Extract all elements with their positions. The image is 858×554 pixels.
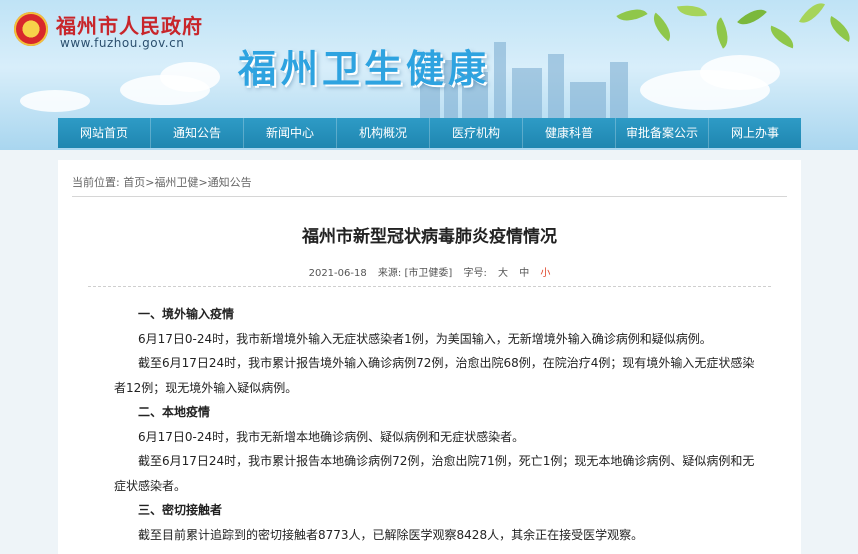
nav-item-approval-publicity[interactable]: 审批备案公示 — [616, 118, 709, 148]
article-paragraph: 截至6月17日24时，我市累计报告本地确诊病例72例，治愈出院71例，死亡1例；… — [114, 454, 755, 493]
divider — [72, 196, 787, 197]
content-panel: 当前位置: 首页>福州卫健>通知公告 福州市新型冠状病毒肺炎疫情情况 2021-… — [58, 160, 801, 554]
article-paragraph: 6月17日0-24时，我市无新增本地确诊病例、疑似病例和无症状感染者。 — [138, 429, 525, 444]
nav-item-notices[interactable]: 通知公告 — [151, 118, 244, 148]
font-size-small-button[interactable]: 小 — [540, 268, 550, 279]
section-heading: 一、境外输入疫情 — [138, 307, 235, 321]
nav-item-health-science[interactable]: 健康科普 — [523, 118, 616, 148]
article-body: 一、境外输入疫情 6月17日0-24时，我市新增境外输入无症状感染者1例，为美国… — [114, 302, 756, 547]
font-size-medium-button[interactable]: 中 — [519, 268, 529, 279]
article-paragraph: 6月17日0-24时，我市新增境外输入无症状感染者1例，为美国输入，无新增境外输… — [138, 331, 712, 346]
cloud-decoration — [20, 90, 90, 112]
article-paragraph: 截至6月17日24时，我市累计报告境外输入确诊病例72例，治愈出院68例，在院治… — [114, 356, 755, 395]
divider — [88, 286, 771, 287]
nav-item-medical-institutions[interactable]: 医疗机构 — [430, 118, 523, 148]
article-title: 福州市新型冠状病毒肺炎疫情情况 — [302, 227, 557, 247]
font-size-label: 字号: — [463, 268, 487, 279]
article-source: 来源: [市卫健委] — [377, 268, 453, 279]
section-heading: 三、密切接触者 — [138, 503, 223, 517]
article-paragraph: 截至目前累计追踪到的密切接触者8773人，已解除医学观察8428人，其余正在接受… — [138, 527, 644, 542]
nav-item-news[interactable]: 新闻中心 — [244, 118, 337, 148]
gov-site-url[interactable]: www.fuzhou.gov.cn — [60, 36, 184, 50]
nav-item-about[interactable]: 机构概况 — [337, 118, 430, 148]
cloud-decoration — [160, 62, 220, 92]
breadcrumb: 当前位置: 首页>福州卫健>通知公告 — [72, 174, 252, 190]
section-heading: 二、本地疫情 — [138, 405, 211, 419]
article-meta: 2021-06-18 来源: [市卫健委] 字号: 大 中 小 — [58, 264, 801, 279]
breadcrumb-prefix: 当前位置: — [72, 176, 120, 189]
font-size-large-button[interactable]: 大 — [498, 268, 508, 279]
gov-site-title[interactable]: 福州市人民政府 — [56, 10, 203, 39]
article-date: 2021-06-18 — [308, 268, 367, 279]
breadcrumb-home-link[interactable]: 首页 — [123, 176, 145, 189]
breadcrumb-section-link[interactable]: 福州卫健 — [154, 176, 198, 189]
breadcrumb-separator: > — [198, 176, 208, 189]
site-logo-title[interactable]: 福州卫生健康 — [238, 38, 490, 93]
main-nav: 网站首页 通知公告 新闻中心 机构概况 医疗机构 健康科普 审批备案公示 网上办… — [58, 118, 801, 148]
nav-item-online-services[interactable]: 网上办事 — [709, 118, 801, 148]
national-emblem-icon: ★ — [14, 12, 48, 46]
leaves-decoration — [598, 0, 858, 80]
breadcrumb-current-link[interactable]: 通知公告 — [208, 176, 252, 189]
nav-item-home[interactable]: 网站首页 — [58, 118, 151, 148]
